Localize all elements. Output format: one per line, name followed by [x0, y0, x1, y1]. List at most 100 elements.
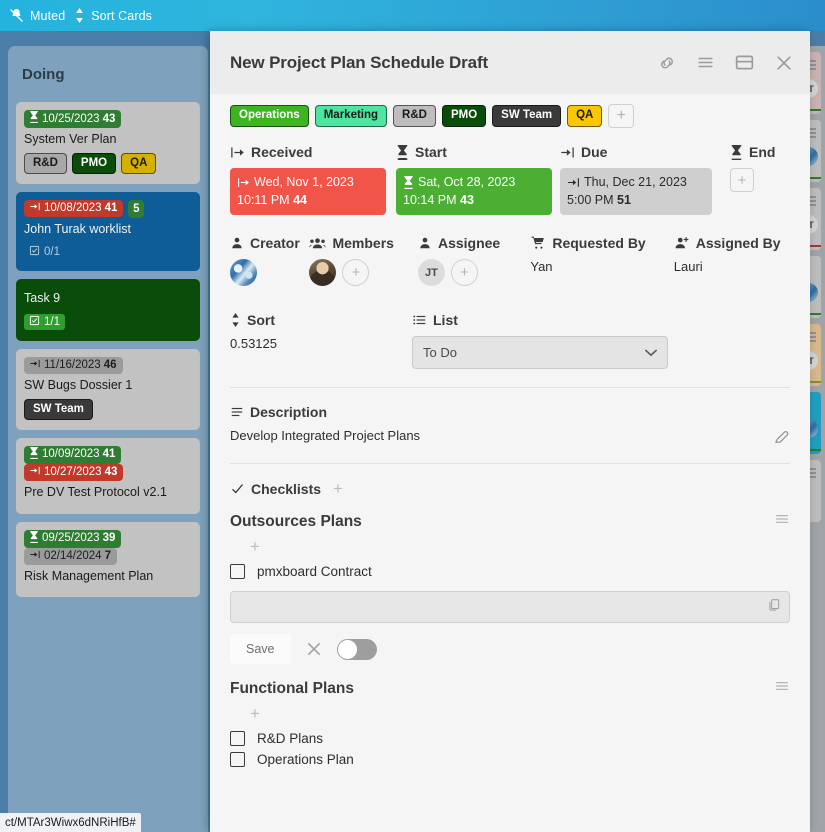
received-label-row: Received — [230, 144, 396, 160]
hamburger-menu-icon[interactable] — [774, 678, 790, 699]
card-date-text: 10/27/2023 — [44, 465, 102, 478]
checkbox-icon[interactable] — [230, 564, 245, 580]
close-icon[interactable] — [774, 53, 794, 73]
card-week-number: 41 — [102, 448, 116, 461]
requested-by-label: Requested By — [552, 235, 646, 252]
sort-field: Sort 0.53125 — [230, 312, 412, 369]
card-date-text: 10/25/2023 — [42, 112, 100, 125]
due-arrow-icon — [567, 176, 580, 189]
person-icon — [230, 236, 244, 250]
checklist-item[interactable]: pmxboard Contract — [230, 561, 790, 582]
modal-header-actions — [657, 52, 794, 73]
add-checklist-item-button[interactable]: + — [250, 537, 260, 556]
list-select[interactable]: To Do — [412, 336, 668, 370]
received-week-number: 44 — [293, 193, 307, 208]
start-date-chip[interactable]: Sat, Oct 28, 2023 10:14 PM 43 — [396, 168, 552, 216]
card-date-badge: 02/14/2024 7 — [24, 547, 117, 565]
muted-toggle[interactable]: Muted — [9, 8, 65, 23]
card-tag[interactable]: QA — [567, 105, 603, 127]
card-checklist-badge: 1/1 — [24, 314, 65, 331]
card-tag[interactable]: R&D — [393, 105, 436, 127]
hamburger-menu-icon[interactable] — [696, 53, 715, 72]
edit-pencil-icon[interactable] — [773, 428, 790, 445]
card-title: Task 9 — [24, 291, 61, 306]
avatar[interactable] — [309, 259, 337, 287]
checklist-item-label: Operations Plan — [257, 752, 354, 768]
board-card[interactable]: 10/25/2023 43 System Ver Plan R&D PMO QA — [16, 102, 200, 184]
checklist-item[interactable]: R&D Plans — [230, 728, 790, 749]
copy-icon[interactable] — [767, 598, 781, 617]
board-card[interactable]: 10/08/2023 41 5 John Turak worklist 0/1 — [16, 191, 200, 272]
add-checklist-button[interactable]: + — [333, 480, 343, 497]
checklists-header: Checklists + — [230, 464, 790, 497]
board-card[interactable]: 09/25/2023 39 02/14/2024 7 Risk Management… — [16, 521, 200, 598]
received-field: Received Wed, Nov 1, 2023 10:11 PM 44 — [230, 144, 396, 216]
checklist-group: Outsources Plans + pmxboard Contract Sav… — [230, 497, 790, 665]
card-tag[interactable]: QA — [121, 152, 157, 174]
start-time: 10:14 PM — [403, 193, 457, 208]
requested-by-label-row: Requested By — [530, 235, 673, 251]
received-date-chip[interactable]: Wed, Nov 1, 2023 10:11 PM 44 — [230, 168, 386, 216]
sort-updown-icon — [230, 313, 241, 328]
add-assignee-button[interactable]: + — [450, 259, 478, 287]
creator-label: Creator — [250, 235, 300, 252]
requested-by-value: Yan — [530, 259, 553, 275]
close-icon[interactable] — [305, 640, 323, 658]
due-arrow-icon — [29, 201, 41, 215]
sort-label: Sort — [247, 312, 275, 329]
card-tag[interactable]: R&D — [24, 152, 67, 174]
checklist-group: Functional Plans + R&D Plans Operations … — [230, 664, 790, 770]
checklist-item[interactable]: Operations Plan — [230, 749, 790, 770]
checklist-groups: Outsources Plans + pmxboard Contract Sav… — [230, 497, 790, 770]
card-title: System Ver Plan — [24, 132, 117, 146]
due-date-chip[interactable]: Thu, Dec 21, 2023 5:00 PM 51 — [560, 168, 712, 216]
card-title: SW Bugs Dossier 1 — [24, 378, 133, 393]
person-icon — [418, 236, 432, 250]
description-icon — [230, 405, 244, 419]
board-card[interactable]: 11/16/2023 46 SW Bugs Dossier 1 SW Team — [16, 349, 200, 430]
sort-cards-button[interactable]: Sort Cards — [74, 8, 152, 23]
card-tag[interactable]: PMO — [71, 152, 117, 174]
checkbox-icon[interactable] — [230, 752, 245, 768]
creator-field: Creator — [230, 235, 309, 287]
due-time: 5:00 PM — [567, 193, 614, 208]
add-tag-button[interactable]: + — [608, 104, 635, 128]
save-button[interactable]: Save — [230, 634, 291, 665]
list-label-row: List — [412, 312, 668, 328]
card-tag[interactable]: SW Team — [492, 105, 562, 127]
card-title: John Turak worklist — [24, 221, 131, 236]
board-card[interactable]: Task 9 1/1 — [16, 279, 200, 342]
restore-window-icon[interactable] — [734, 52, 755, 73]
avatar[interactable]: JT — [417, 259, 445, 287]
add-checklist-item-button[interactable]: + — [250, 704, 260, 723]
add-member-button[interactable]: + — [342, 259, 370, 287]
card-date-text: 10/08/2023 — [44, 202, 102, 215]
people-icon — [309, 236, 327, 250]
avatar[interactable] — [230, 259, 257, 287]
add-end-date-button[interactable]: + — [730, 168, 754, 192]
add-checklist-item-row: + — [230, 532, 790, 561]
checklist-item-input[interactable] — [230, 591, 790, 624]
card-tag[interactable]: SW Team — [24, 398, 93, 420]
dates-section: Received Wed, Nov 1, 2023 10:11 PM 44 St… — [230, 140, 790, 216]
people-section: Creator Members + Assignee JT + Requeste… — [230, 215, 790, 287]
members-field: Members + — [309, 235, 418, 287]
assigned-by-label-row: Assigned By — [674, 235, 790, 251]
status-bar: ct/MTAr3Wiwx6dNRiHfB# — [0, 813, 141, 832]
person-add-icon — [674, 236, 690, 250]
checklist-title-row: Outsources Plans — [230, 511, 790, 532]
checkbox-icon[interactable] — [230, 731, 245, 747]
end-field: End + — [730, 144, 790, 192]
checkbox-icon — [29, 245, 40, 259]
link-icon[interactable] — [657, 53, 677, 73]
card-tag[interactable]: Marketing — [314, 105, 388, 127]
card-tag-list: Operations Marketing R&D PMO SW Team QA + — [230, 94, 790, 140]
card-tag[interactable]: PMO — [441, 105, 487, 127]
checklist-toggle[interactable] — [336, 638, 377, 660]
board-card[interactable]: 10/09/2023 41 10/27/2023 43 Pre DV Test Pr… — [16, 437, 200, 514]
checklist-item-label: pmxboard Contract — [257, 564, 372, 580]
start-field: Start Sat, Oct 28, 2023 10:14 PM 43 — [396, 144, 560, 216]
card-tag[interactable]: Operations — [230, 105, 309, 127]
sort-value: 0.53125 — [230, 336, 277, 352]
hamburger-menu-icon[interactable] — [774, 511, 790, 532]
